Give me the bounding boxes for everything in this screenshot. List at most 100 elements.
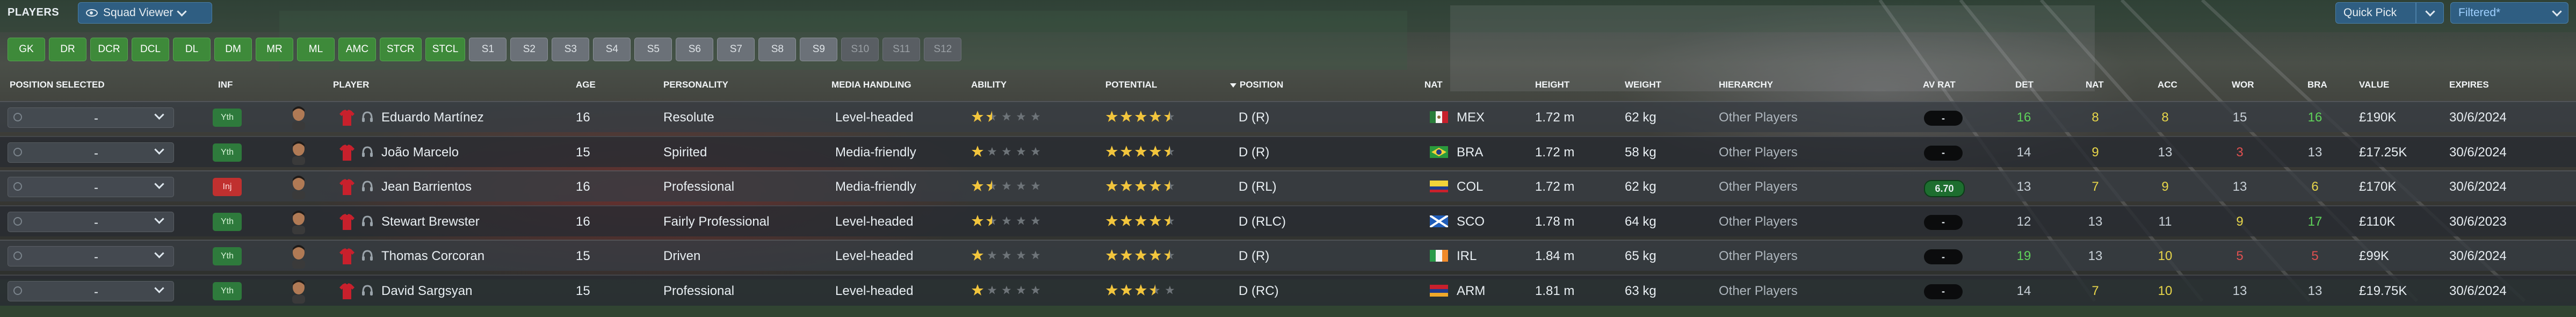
star-icon xyxy=(1031,250,1040,260)
height-value: 1.81 m xyxy=(1535,283,1575,298)
position-selected-dropdown[interactable]: - xyxy=(8,177,174,197)
star-icon xyxy=(1164,111,1175,122)
player-name-link[interactable]: Stewart Brewster xyxy=(381,214,480,229)
bra-value: 13 xyxy=(2307,283,2322,298)
position-filter-dl[interactable]: DL xyxy=(173,38,211,61)
col-weight[interactable]: WEIGHT xyxy=(1625,80,1661,90)
position-filter-stcl[interactable]: STCL xyxy=(425,38,466,61)
position-selected-dropdown[interactable]: - xyxy=(8,142,174,163)
star-icon xyxy=(1016,181,1026,190)
col-age[interactable]: AGE xyxy=(576,80,596,90)
position-selected-dropdown[interactable]: - xyxy=(8,107,174,128)
col-personality[interactable]: PERSONALITY xyxy=(663,80,728,90)
star-icon xyxy=(972,180,983,191)
col-height[interactable]: HEIGHT xyxy=(1535,80,1569,90)
col-wor[interactable]: WOR xyxy=(2232,80,2254,90)
col-hierarchy[interactable]: HIERARCHY xyxy=(1719,80,1773,90)
star-icon xyxy=(972,284,983,296)
wor-value: 9 xyxy=(2236,214,2244,229)
position-filter-s9[interactable]: S9 xyxy=(800,38,838,61)
select-checkbox[interactable] xyxy=(13,182,22,191)
table-row[interactable]: - Yth João Marcelo 15 Spirited Media-friendly… xyxy=(0,135,2576,167)
media-handling-value: Level-headed xyxy=(835,110,914,125)
position-value: D (R) xyxy=(1239,249,1270,263)
table-row[interactable]: - Yth David Sargsyan 15 Professional Level-he… xyxy=(0,274,2576,306)
col-player[interactable]: PLAYER xyxy=(333,80,369,90)
player-name-link[interactable]: Jean Barrientos xyxy=(381,179,472,194)
select-checkbox[interactable] xyxy=(13,217,22,226)
col-potential[interactable]: POTENTIAL xyxy=(1105,80,1157,90)
col-acc[interactable]: ACC xyxy=(2158,80,2177,90)
col-av-rat[interactable]: AV RAT xyxy=(1923,80,1956,90)
player-face-icon xyxy=(292,106,305,130)
col-ability[interactable]: ABILITY xyxy=(971,80,1007,90)
nationality-value[interactable]: ARM xyxy=(1457,284,1485,299)
position-filter-dcr[interactable]: DCR xyxy=(90,38,128,61)
nationality-value[interactable]: BRA xyxy=(1457,145,1483,160)
col-position[interactable]: POSITION xyxy=(1230,80,1283,90)
weight-value: 64 kg xyxy=(1625,214,1656,229)
position-filter-s10: S10 xyxy=(841,38,879,61)
quick-pick-button[interactable]: Quick Pick xyxy=(2335,2,2416,24)
personality-value: Driven xyxy=(663,249,701,263)
position-filter-amc[interactable]: AMC xyxy=(338,38,376,61)
player-name-link[interactable]: João Marcelo xyxy=(381,145,459,160)
table-row[interactable]: - Yth Eduardo Martínez 16 Resolute Level-head… xyxy=(0,101,2576,132)
select-checkbox[interactable] xyxy=(13,286,22,295)
acc-value: 9 xyxy=(2161,179,2169,194)
star-icon xyxy=(1164,249,1175,261)
position-filter-dcl[interactable]: DCL xyxy=(132,38,169,61)
position-selected-dropdown[interactable]: - xyxy=(8,280,174,301)
col-position-selected[interactable]: POSITION SELECTED xyxy=(10,80,105,90)
player-name-link[interactable]: Eduardo Martínez xyxy=(381,110,484,125)
select-checkbox[interactable] xyxy=(13,113,22,121)
ability-stars xyxy=(972,111,1040,122)
squad-viewer-dropdown[interactable]: Squad Viewer xyxy=(78,2,212,24)
position-filter-s8[interactable]: S8 xyxy=(758,38,797,61)
col-nat[interactable]: NAT xyxy=(1424,80,1443,90)
position-filter-s2[interactable]: S2 xyxy=(510,38,548,61)
position-filter-dr[interactable]: DR xyxy=(49,38,86,61)
star-icon xyxy=(986,214,997,226)
col-value[interactable]: VALUE xyxy=(2359,80,2389,90)
position-selected-dropdown[interactable]: - xyxy=(8,211,174,232)
position-filter-s5[interactable]: S5 xyxy=(634,38,672,61)
nationality-value[interactable]: COL xyxy=(1457,179,1483,194)
position-filter-s7[interactable]: S7 xyxy=(717,38,755,61)
filter-dropdown[interactable]: Filtered* xyxy=(2450,2,2568,24)
col-media-handling[interactable]: MEDIA HANDLING xyxy=(831,80,911,90)
nationality-value[interactable]: SCO xyxy=(1457,214,1485,229)
star-icon xyxy=(1135,145,1147,157)
quick-pick-menu-button[interactable] xyxy=(2416,2,2444,24)
col-nat-attr[interactable]: NAT xyxy=(2086,80,2104,90)
star-icon xyxy=(986,180,997,191)
player-name-link[interactable]: David Sargsyan xyxy=(381,284,472,299)
position-filter-gk[interactable]: GK xyxy=(8,38,45,61)
col-bra[interactable]: BRA xyxy=(2307,80,2327,90)
position-filter-mr[interactable]: MR xyxy=(256,38,293,61)
position-filter-ml[interactable]: ML xyxy=(297,38,335,61)
position-filter-s1[interactable]: S1 xyxy=(469,38,507,61)
player-name-link[interactable]: Thomas Corcoran xyxy=(381,249,484,264)
col-inf[interactable]: INF xyxy=(218,80,233,90)
nationality-value[interactable]: MEX xyxy=(1457,110,1485,125)
select-checkbox[interactable] xyxy=(13,147,22,156)
col-det[interactable]: DET xyxy=(2015,80,2034,90)
nat-attr-value: 9 xyxy=(2092,145,2099,160)
table-row[interactable]: - Yth Stewart Brewster 16 Fairly Professiona… xyxy=(0,205,2576,236)
position-selected-dropdown[interactable]: - xyxy=(8,246,174,266)
position-filter-stcr[interactable]: STCR xyxy=(380,38,422,61)
position-filter-s6[interactable]: S6 xyxy=(676,38,714,61)
table-row[interactable]: - Inj Jean Barrientos 16 Professional Media-f… xyxy=(0,170,2576,201)
value-value: £17.25K xyxy=(2359,145,2407,160)
nationality-value[interactable]: IRL xyxy=(1457,249,1477,264)
select-checkbox[interactable] xyxy=(13,251,22,260)
position-selected-value: - xyxy=(94,111,98,126)
position-filter-s4[interactable]: S4 xyxy=(593,38,631,61)
col-expires[interactable]: EXPIRES xyxy=(2449,80,2489,90)
position-filter-s3[interactable]: S3 xyxy=(552,38,590,61)
position-filter-dm[interactable]: DM xyxy=(214,38,252,61)
table-row[interactable]: - Yth Thomas Corcoran 15 Driven Level-headed D… xyxy=(0,240,2576,271)
player-face-icon xyxy=(292,141,305,165)
weight-value: 62 kg xyxy=(1625,110,1656,125)
